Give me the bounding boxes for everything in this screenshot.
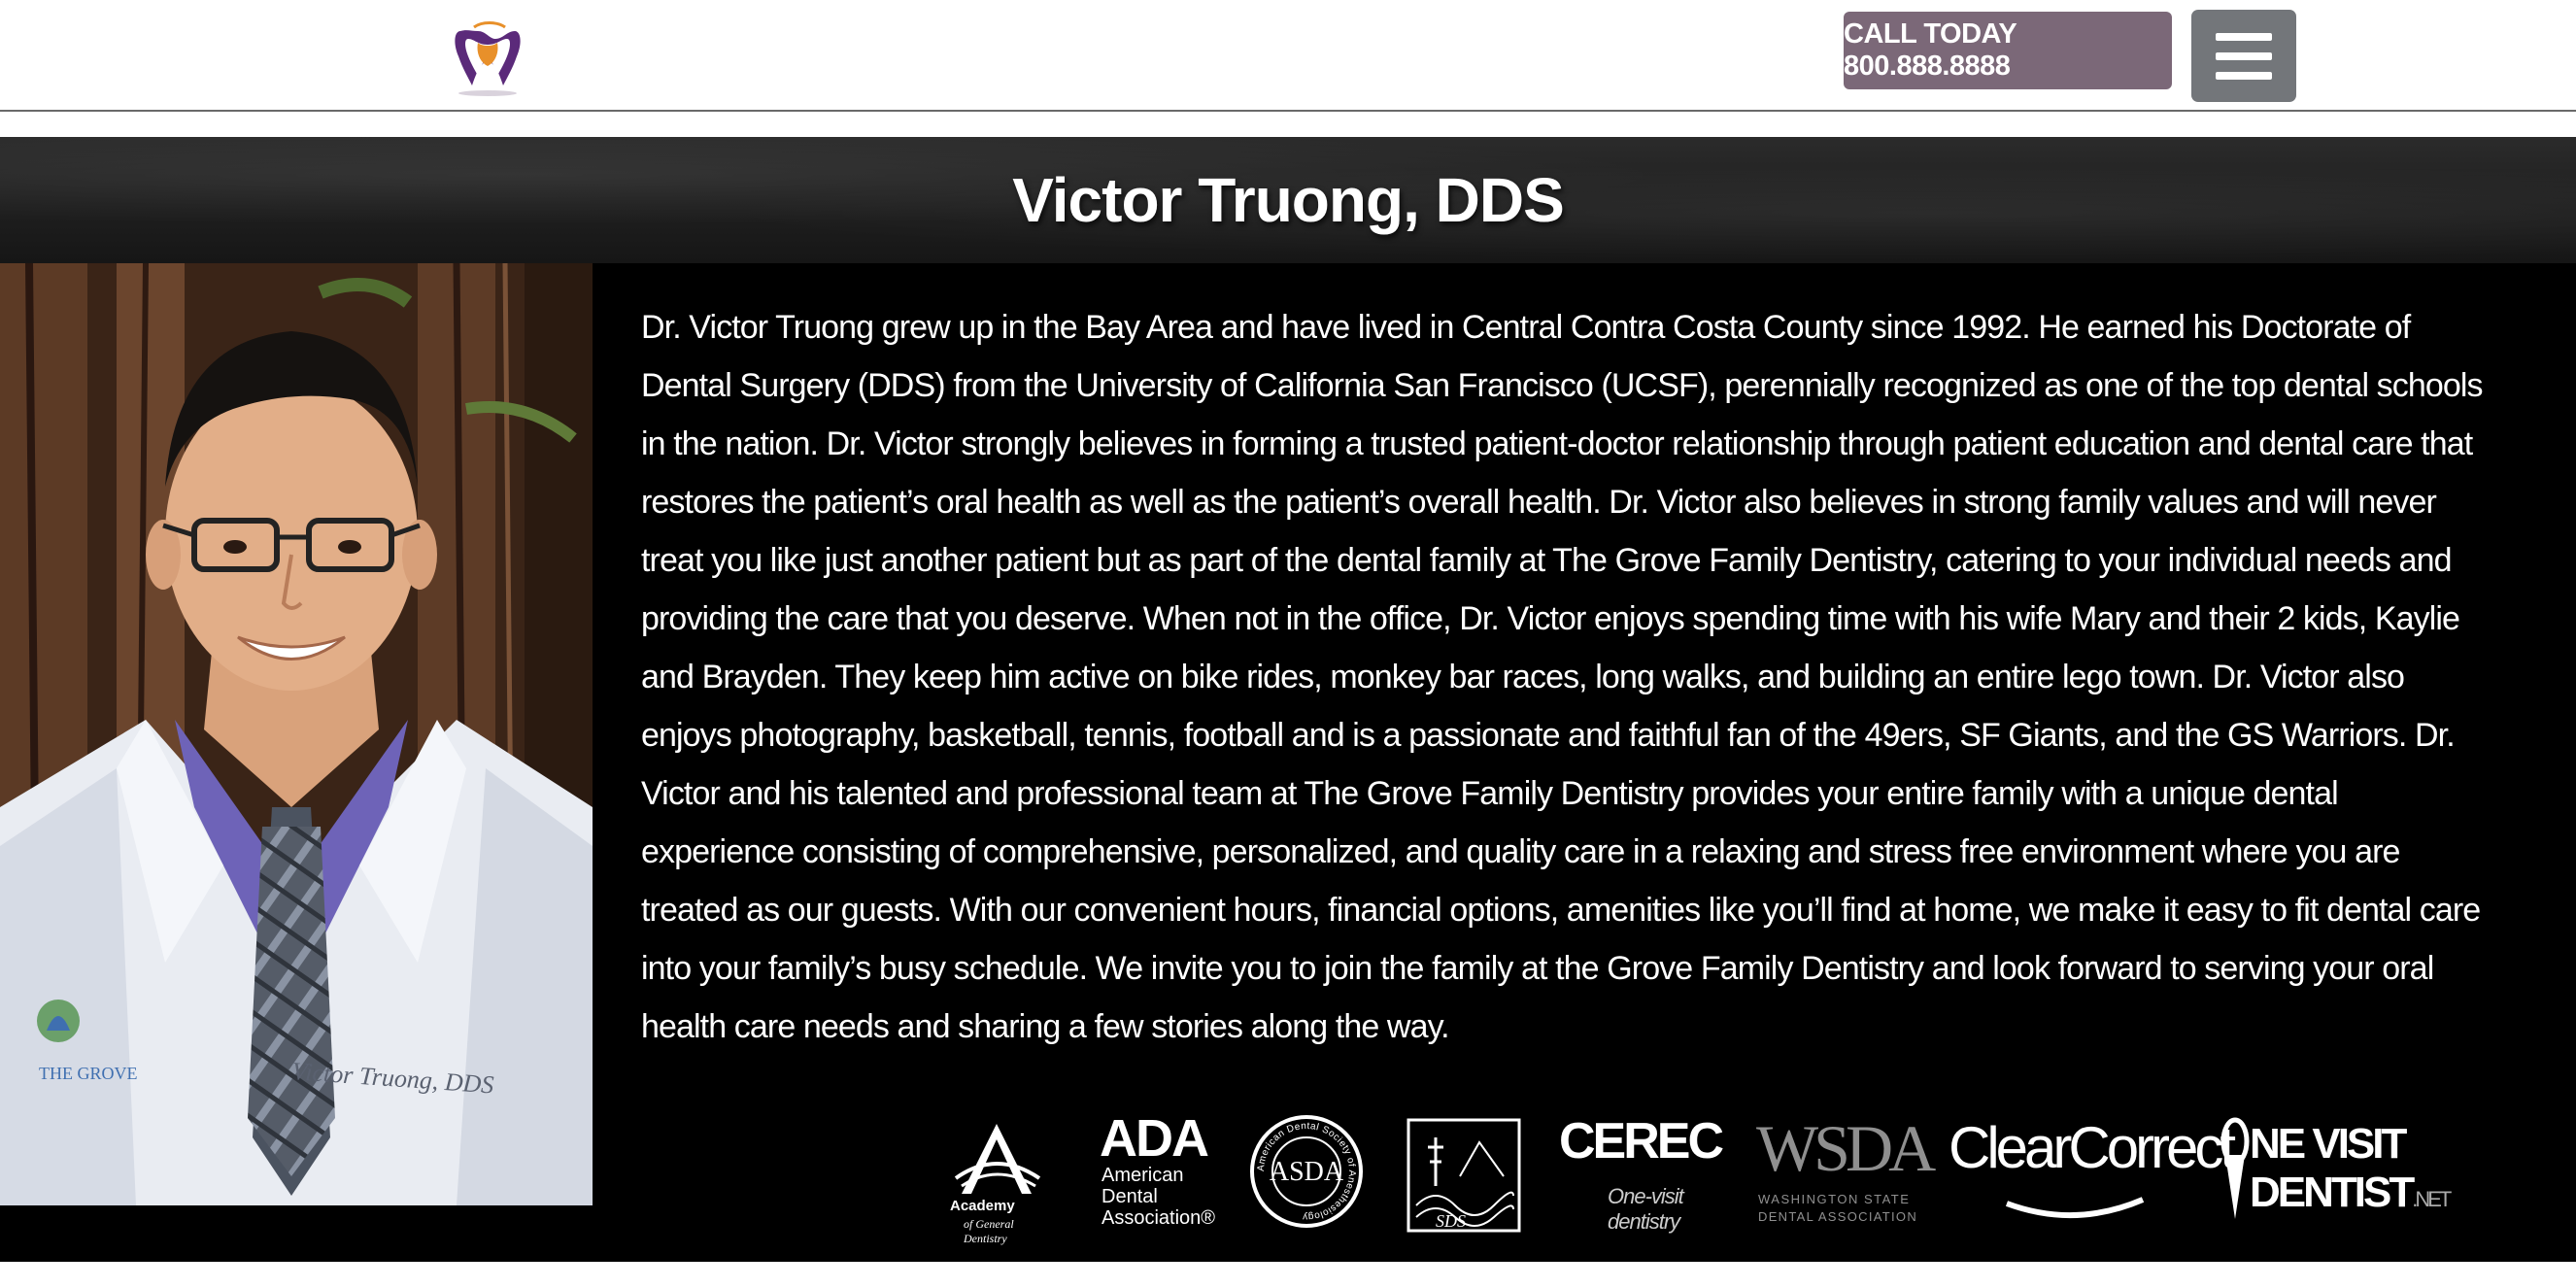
- ada-mark: ADA: [1100, 1109, 1209, 1168]
- header-divider: [0, 110, 2576, 112]
- hamburger-icon-bar: [2216, 51, 2272, 60]
- wsda-logo[interactable]: WSDA WASHINGTON STATE DENTAL ASSOCIATION: [1756, 1110, 1936, 1231]
- doctor-photo: THE GROVE Victor Truong, DDS: [0, 263, 593, 1205]
- doctor-bio: Dr. Victor Truong grew up in the Bay Are…: [641, 309, 2484, 1045]
- page-footer-gap: [0, 1262, 2576, 1288]
- hamburger-menu-button[interactable]: [2191, 10, 2296, 102]
- cerec-tagline: One-visit dentistry: [1608, 1184, 1684, 1234]
- cerec-mark: CEREC: [1559, 1113, 1724, 1169]
- wsda-line2: DENTAL ASSOCIATION: [1758, 1209, 1918, 1224]
- clearcorrect-logo[interactable]: ClearCorrect: [1949, 1114, 2236, 1229]
- sds-seal-logo[interactable]: SDS: [1407, 1118, 1521, 1233]
- coat-badge-text: THE GROVE: [39, 1064, 138, 1083]
- agd-line2: of General Dentistry: [964, 1217, 1014, 1245]
- sds-mark: SDS: [1436, 1211, 1466, 1231]
- wsda-line1: WASHINGTON STATE: [1758, 1192, 1911, 1206]
- hamburger-icon-bar: [2216, 71, 2272, 80]
- ada-line3: Association®: [1102, 1207, 1216, 1229]
- clearcorrect-swoosh-icon: [2005, 1197, 2145, 1219]
- hamburger-icon: [2216, 32, 2272, 41]
- page-title: Victor Truong, DDS: [1012, 165, 1565, 235]
- ada-name: American Dental Association®: [1102, 1165, 1215, 1229]
- ada-line2: Dental: [1102, 1186, 1158, 1207]
- ada-line1: American: [1102, 1165, 1184, 1186]
- cerec-logo[interactable]: CEREC One-visit dentistry: [1559, 1112, 1724, 1234]
- ovd-mark: NE VISIT DENTIST.NET: [2250, 1120, 2473, 1217]
- asda-seal-logo[interactable]: American Dental Society of Anesthesiolog…: [1249, 1114, 1364, 1229]
- wsda-mark: WSDA: [1756, 1111, 1936, 1185]
- agd-line1: Academy: [950, 1198, 1015, 1214]
- call-today-label: CALL TODAY 800.888.8888: [1844, 18, 2017, 82]
- doctor-profile-section: Victor Truong, DDS THE GROVE Victor Truo…: [0, 137, 2576, 1262]
- affiliation-logos: Academy of General Dentistry ADA America…: [932, 1108, 2487, 1245]
- site-header: CALL TODAY 800.888.8888: [0, 0, 2576, 110]
- agd-logo[interactable]: Academy of General Dentistry: [942, 1120, 1054, 1245]
- one-visit-dentist-logo[interactable]: NE VISIT DENTIST.NET: [2220, 1114, 2473, 1229]
- tooth-logo-icon[interactable]: [447, 17, 528, 97]
- agd-mark-icon: [954, 1124, 1041, 1194]
- ovd-suffix: .NET: [2412, 1187, 2452, 1211]
- asda-mark: ASDA: [1270, 1157, 1344, 1187]
- ovd-mark-text: NE VISIT DENTIST: [2250, 1120, 2415, 1216]
- map-pin-icon: [2220, 1117, 2250, 1219]
- call-today-button[interactable]: CALL TODAY 800.888.8888: [1844, 12, 2172, 89]
- ada-logo[interactable]: ADA American Dental Association®: [1100, 1108, 1221, 1235]
